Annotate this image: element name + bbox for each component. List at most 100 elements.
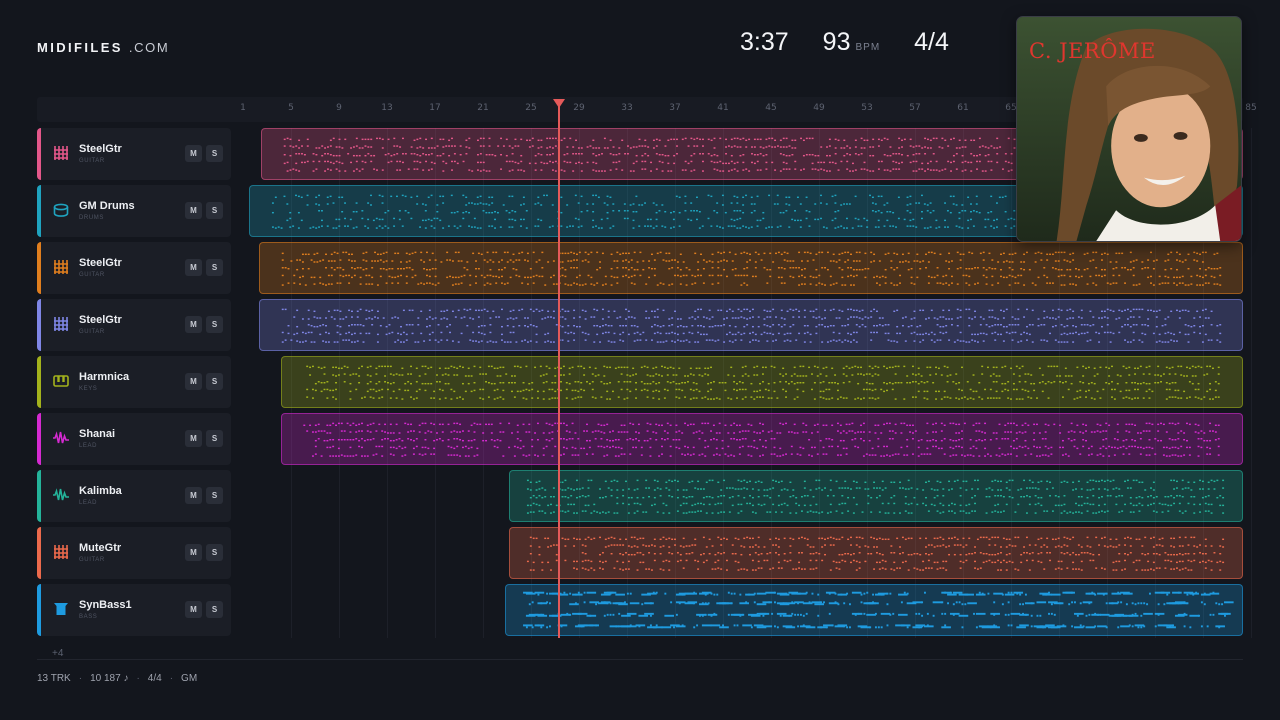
mute-button[interactable]: M bbox=[185, 145, 202, 162]
footer-note-count: 10 187 ♪ bbox=[90, 673, 129, 684]
track-type: GUITAR bbox=[79, 272, 105, 278]
track-header[interactable]: Harmnica KEYS M S bbox=[37, 356, 231, 408]
footer-track-count: 13 TRK bbox=[37, 673, 71, 684]
ruler-tick: 29 bbox=[573, 103, 585, 113]
track-header[interactable]: Shanai LEAD M S bbox=[37, 413, 231, 465]
drum-icon bbox=[52, 201, 70, 219]
footer-separator: · bbox=[169, 673, 174, 684]
ruler-tick: 45 bbox=[765, 103, 777, 113]
solo-button[interactable]: S bbox=[206, 373, 223, 390]
mute-button[interactable]: M bbox=[185, 259, 202, 276]
track-type: BASS bbox=[79, 614, 98, 620]
track-header[interactable]: SteelGtr GUITAR M S bbox=[37, 128, 231, 180]
playhead-marker-icon[interactable] bbox=[553, 99, 565, 108]
mute-button[interactable]: M bbox=[185, 202, 202, 219]
track-color-bar bbox=[37, 242, 41, 294]
solo-button[interactable]: S bbox=[206, 430, 223, 447]
track-clip[interactable] bbox=[281, 356, 1243, 408]
ruler-tick: 61 bbox=[957, 103, 969, 113]
track-header[interactable]: SteelGtr GUITAR M S bbox=[37, 299, 231, 351]
solo-button[interactable]: S bbox=[206, 487, 223, 504]
mute-button[interactable]: M bbox=[185, 544, 202, 561]
song-duration: 3:37 bbox=[740, 28, 789, 56]
track-header[interactable]: MuteGtr GUITAR M S bbox=[37, 527, 231, 579]
footer-separator: · bbox=[136, 673, 140, 684]
footer-signature: 4/4 bbox=[147, 673, 162, 684]
keys-icon bbox=[52, 372, 70, 390]
solo-button[interactable]: S bbox=[206, 145, 223, 162]
solo-button[interactable]: S bbox=[206, 601, 223, 618]
solo-button[interactable]: S bbox=[206, 259, 223, 276]
time-signature: 4/4 bbox=[914, 28, 949, 56]
solo-button[interactable]: S bbox=[206, 544, 223, 561]
ruler-tick: 17 bbox=[429, 103, 441, 113]
track-type: DRUMS bbox=[79, 215, 104, 221]
solo-button[interactable]: S bbox=[206, 316, 223, 333]
ruler-tick: 57 bbox=[909, 103, 921, 113]
ruler-tick: 33 bbox=[621, 103, 633, 113]
track-clip[interactable] bbox=[509, 470, 1243, 522]
track-color-bar bbox=[37, 413, 41, 465]
track-header[interactable]: SynBass1 BASS M S bbox=[37, 584, 231, 636]
track-clip[interactable] bbox=[281, 413, 1243, 465]
playhead[interactable] bbox=[558, 100, 560, 638]
ruler-tick: 1 bbox=[240, 103, 246, 113]
track-type: GUITAR bbox=[79, 158, 105, 164]
track-name: Kalimba bbox=[79, 485, 122, 497]
guitar-icon bbox=[52, 315, 70, 333]
track-color-bar bbox=[37, 185, 41, 237]
track-color-bar bbox=[37, 584, 41, 636]
brand-name: MIDIFILES bbox=[37, 40, 123, 55]
solo-button[interactable]: S bbox=[206, 202, 223, 219]
clip-notes bbox=[306, 365, 1221, 400]
footer-divider bbox=[37, 659, 1243, 660]
ruler-tick: 5 bbox=[288, 103, 294, 113]
ruler-tick: 13 bbox=[381, 103, 393, 113]
track-name: SteelGtr bbox=[79, 257, 122, 269]
track-color-bar bbox=[37, 356, 41, 408]
clip-notes bbox=[527, 479, 1225, 514]
mute-button[interactable]: M bbox=[185, 487, 202, 504]
track-name: Shanai bbox=[79, 428, 116, 440]
clip-notes bbox=[281, 308, 1221, 343]
ruler-tick: 37 bbox=[669, 103, 681, 113]
brand-tld: .COM bbox=[128, 40, 170, 55]
ruler-tick: 85 bbox=[1245, 103, 1257, 113]
track-color-bar bbox=[37, 128, 41, 180]
track-type: LEAD bbox=[79, 443, 98, 449]
track-header[interactable]: SteelGtr GUITAR M S bbox=[37, 242, 231, 294]
track-header[interactable]: Kalimba LEAD M S bbox=[37, 470, 231, 522]
ruler-tick: 21 bbox=[477, 103, 489, 113]
track-clip[interactable] bbox=[258, 299, 1243, 351]
track-type: KEYS bbox=[79, 386, 98, 392]
track-clip[interactable] bbox=[509, 527, 1243, 579]
album-cover-artist: C. JERÔME bbox=[1029, 39, 1156, 63]
mute-button[interactable]: M bbox=[185, 601, 202, 618]
track-type: LEAD bbox=[79, 500, 98, 506]
track-clip[interactable] bbox=[258, 242, 1243, 294]
ruler-tick: 49 bbox=[813, 103, 825, 113]
bass-icon bbox=[52, 600, 70, 618]
footer-standard: GM bbox=[181, 673, 198, 684]
clip-notes bbox=[281, 251, 1221, 286]
album-cover: C. JERÔME bbox=[1016, 16, 1242, 242]
track-color-bar bbox=[37, 470, 41, 522]
clip-notes bbox=[303, 422, 1221, 457]
song-tempo: 93 bbox=[822, 28, 851, 56]
track-clip[interactable] bbox=[504, 584, 1243, 636]
ruler-tick: 53 bbox=[861, 103, 873, 113]
song-stats: 3:37 93 BPM 4/4 bbox=[740, 28, 949, 57]
track-type: GUITAR bbox=[79, 557, 105, 563]
ruler-tick: 9 bbox=[336, 103, 342, 113]
mute-button[interactable]: M bbox=[185, 316, 202, 333]
more-tracks-indicator[interactable]: +4 bbox=[52, 648, 63, 659]
mute-button[interactable]: M bbox=[185, 430, 202, 447]
clip-notes bbox=[527, 536, 1225, 571]
ruler-tick: 25 bbox=[525, 103, 537, 113]
clip-notes bbox=[522, 591, 1234, 629]
mute-button[interactable]: M bbox=[185, 373, 202, 390]
ruler-tick: 65 bbox=[1005, 103, 1017, 113]
track-header[interactable]: GM Drums DRUMS M S bbox=[37, 185, 231, 237]
track-name: GM Drums bbox=[79, 200, 135, 212]
ruler-tick: 41 bbox=[717, 103, 729, 113]
